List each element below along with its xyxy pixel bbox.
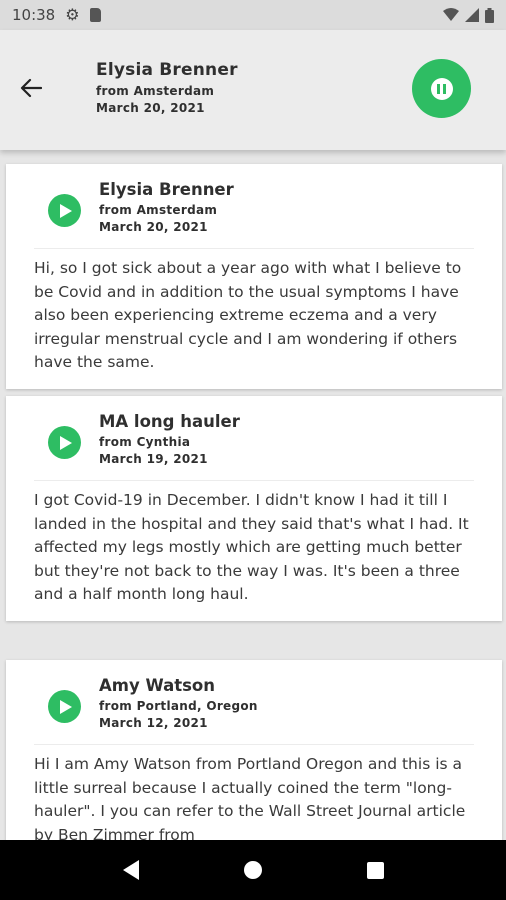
nav-home-icon[interactable]	[243, 861, 262, 879]
story-text: I got Covid-19 in December. I didn't kno…	[34, 491, 469, 603]
play-icon	[60, 435, 72, 450]
story-text: Hi, so I got sick about a year ago with …	[34, 259, 462, 371]
now-playing-from: from Amsterdam	[96, 84, 215, 98]
story-card[interactable]: MA long hauler from Cynthia March 19, 20…	[6, 396, 502, 621]
pause-icon	[430, 77, 453, 100]
story-text: Hi I am Amy Watson from Portland Oregon …	[34, 755, 466, 840]
nav-recents-icon[interactable]	[366, 861, 384, 879]
settings-icon: ⚙	[65, 5, 80, 24]
status-time: 10:38	[12, 6, 56, 24]
story-feed[interactable]: Elysia Brenner from Amsterdam March 20, …	[0, 150, 506, 840]
arrow-left-icon	[20, 78, 42, 98]
now-playing-date: March 20, 2021	[96, 101, 205, 115]
divider	[34, 480, 474, 481]
story-date: March 12, 2021	[99, 716, 208, 730]
status-bar: 10:38 ⚙	[0, 0, 506, 30]
pause-button[interactable]	[412, 59, 471, 118]
play-button[interactable]	[48, 690, 81, 723]
divider	[34, 248, 474, 249]
play-icon	[60, 203, 72, 218]
story-date: March 19, 2021	[99, 452, 208, 466]
now-playing-info: Elysia Brenner from Amsterdam March 20, …	[96, 60, 238, 115]
play-button[interactable]	[48, 426, 81, 459]
story-from: from Portland, Oregon	[99, 699, 258, 713]
now-playing-name: Elysia Brenner	[96, 60, 238, 80]
battery-icon	[485, 7, 494, 23]
story-name: Elysia Brenner	[99, 180, 234, 199]
story-date: March 20, 2021	[99, 220, 208, 234]
nav-back-icon[interactable]	[122, 860, 139, 880]
divider	[34, 744, 474, 745]
story-card[interactable]: Elysia Brenner from Amsterdam March 20, …	[6, 164, 502, 389]
play-button[interactable]	[48, 194, 81, 227]
story-name: MA long hauler	[99, 412, 240, 431]
story-from: from Amsterdam	[99, 203, 218, 217]
signal-icon	[465, 8, 479, 22]
sd-card-icon	[89, 8, 101, 22]
wifi-icon	[443, 8, 459, 21]
play-icon	[60, 699, 72, 714]
story-card[interactable]: Amy Watson from Portland, Oregon March 1…	[6, 660, 502, 840]
system-nav-bar	[0, 840, 506, 900]
story-name: Amy Watson	[99, 676, 215, 695]
app-bar: Elysia Brenner from Amsterdam March 20, …	[0, 30, 506, 150]
story-from: from Cynthia	[99, 435, 191, 449]
back-button[interactable]	[18, 75, 44, 101]
